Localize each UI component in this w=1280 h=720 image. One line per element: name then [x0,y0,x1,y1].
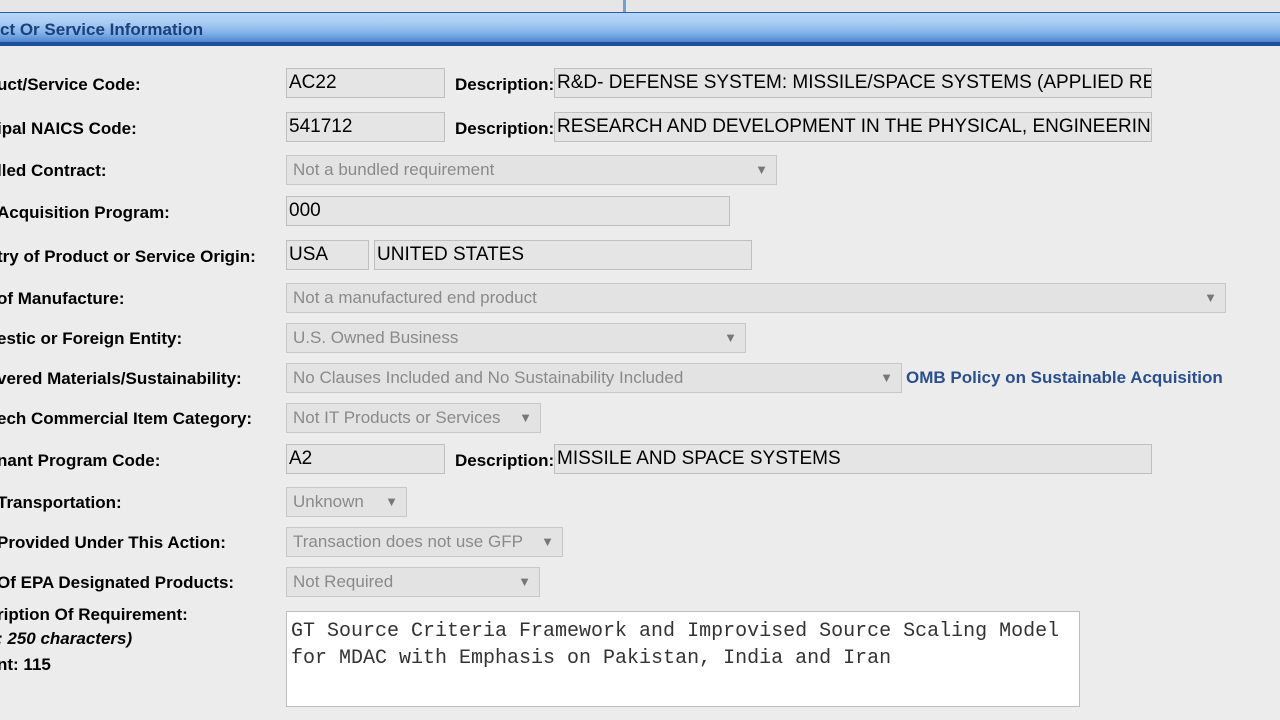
recovered-materials-value: No Clauses Included and No Sustainabilit… [293,368,684,387]
transportation-value: Unknown [293,492,364,511]
place-manufacture-label: of Manufacture: [0,289,125,308]
product-service-code-label: uct/Service Code: [0,75,141,94]
naics-desc-field[interactable]: RESEARCH AND DEVELOPMENT IN THE PHYSICAL… [554,112,1152,142]
section-header: ct Or Service Information [0,12,1280,46]
epa-products-value: Not Required [293,572,394,591]
it-commercial-value: Not IT Products or Services [293,408,501,427]
product-service-code-field[interactable]: AC22 [286,68,445,98]
country-code-field[interactable]: USA [286,240,369,270]
epa-products-label: Of EPA Designated Products: [0,573,235,592]
naics-code-label: ipal NAICS Code: [0,119,137,138]
chevron-down-icon: ▼ [541,534,554,549]
omb-policy-link[interactable]: OMB Policy on Sustainable Acquisition [906,368,1223,388]
claimant-program-field[interactable]: A2 [286,444,445,474]
bundled-contract-select[interactable]: Not a bundled requirement ▼ [286,155,777,185]
bundled-contract-label: lled Contract: [0,161,107,180]
transportation-label: Transportation: [0,493,122,512]
transportation-select[interactable]: Unknown ▼ [286,487,407,517]
chevron-down-icon: ▼ [385,494,398,509]
recovered-materials-select[interactable]: No Clauses Included and No Sustainabilit… [286,363,902,393]
country-origin-label: try of Product or Service Origin: [0,247,256,266]
chevron-down-icon: ▼ [518,574,531,589]
claimant-program-label: nant Program Code: [0,451,161,470]
chevron-down-icon: ▼ [724,330,737,345]
chevron-down-icon: ▼ [519,410,532,425]
acquisition-program-field[interactable]: 000 [286,196,730,226]
place-manufacture-value: Not a manufactured end product [293,288,537,307]
epa-products-select[interactable]: Not Required ▼ [286,567,540,597]
country-name-field[interactable]: UNITED STATES [374,240,752,270]
domestic-foreign-label: estic or Foreign Entity: [0,329,183,348]
it-commercial-select[interactable]: Not IT Products or Services ▼ [286,403,541,433]
product-service-desc-label: Description: [455,75,555,94]
naics-code-field[interactable]: 541712 [286,112,445,142]
section-title: ct Or Service Information [0,20,204,39]
gfp-select[interactable]: Transaction does not use GFP ▼ [286,527,563,557]
chevron-down-icon: ▼ [880,370,893,385]
naics-desc-label: Description: [455,119,555,138]
claimant-desc-field[interactable]: MISSILE AND SPACE SYSTEMS [554,444,1152,474]
description-req-textarea[interactable]: GT Source Criteria Framework and Improvi… [286,611,1080,707]
domestic-foreign-select[interactable]: U.S. Owned Business ▼ [286,323,746,353]
gfp-label: Provided Under This Action: [0,533,226,552]
claimant-desc-label: Description: [455,451,555,470]
description-req-label: ription Of Requirement: [0,605,188,624]
it-commercial-label: ech Commercial Item Category: [0,409,253,428]
top-strip [0,0,1280,12]
description-count: nt: 115 [0,655,51,674]
domestic-foreign-value: U.S. Owned Business [293,328,459,347]
recovered-materials-label: vered Materials/Sustainability: [0,369,242,388]
product-service-desc-field[interactable]: R&D- DEFENSE SYSTEM: MISSILE/SPACE SYSTE… [554,68,1152,98]
gfp-value: Transaction does not use GFP [293,532,523,551]
bundled-contract-value: Not a bundled requirement [293,160,495,179]
chevron-down-icon: ▼ [1204,290,1217,305]
chevron-down-icon: ▼ [755,162,768,177]
column-divider [623,0,626,12]
acquisition-program-label: Acquisition Program: [0,203,170,222]
description-limit: : 250 characters) [0,629,133,648]
place-manufacture-select[interactable]: Not a manufactured end product ▼ [286,283,1226,313]
